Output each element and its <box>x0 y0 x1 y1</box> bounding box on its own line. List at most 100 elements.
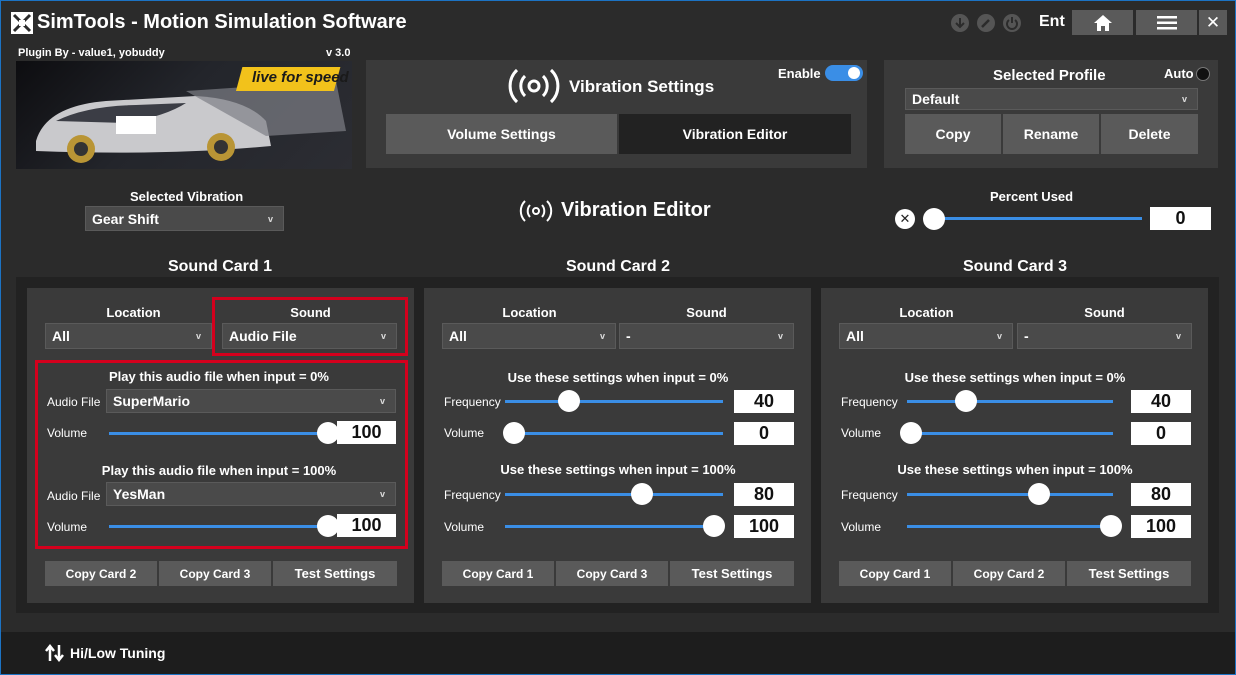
card3-section0-title: Use these settings when input = 0% <box>904 370 1126 385</box>
percent-used-slider-knob[interactable] <box>923 208 945 230</box>
card1-volume100-slider-knob[interactable] <box>317 515 339 537</box>
chevron-down-icon: v <box>380 331 386 341</box>
card3-volume0-value[interactable]: 0 <box>1131 422 1191 445</box>
card1-audio-file100-value: YesMan <box>113 486 166 502</box>
card3-frequency0-slider-knob[interactable] <box>955 390 977 412</box>
card2-frequency100-slider-knob[interactable] <box>631 483 653 505</box>
card3-sound-value: - <box>1024 328 1029 344</box>
card1-audio-file0-value: SuperMario <box>113 393 191 409</box>
card2-volume0-slider-knob[interactable] <box>503 422 525 444</box>
card3-section100-title: Use these settings when input = 100% <box>897 462 1133 477</box>
card3-volume100-slider-knob[interactable] <box>1100 515 1122 537</box>
card1-audio-file100-dropdown[interactable]: YesMan v <box>106 482 396 506</box>
percent-used-value[interactable]: 0 <box>1150 207 1211 230</box>
up-down-arrows-icon <box>45 643 64 663</box>
card2-frequency100-label: Frequency <box>444 488 501 502</box>
card3-frequency100-value[interactable]: 80 <box>1131 483 1191 506</box>
card3-volume100-label: Volume <box>841 520 882 534</box>
hi-low-tuning-button[interactable] <box>44 643 66 663</box>
card2-frequency0-label: Frequency <box>444 395 501 409</box>
card2-volume100-slider[interactable] <box>505 525 723 528</box>
card2-location-dropdown[interactable]: All v <box>442 323 616 349</box>
sound-card-3-title: Sound Card 3 <box>962 258 1067 275</box>
card3-volume0-label: Volume <box>841 426 882 440</box>
card3-volume0-slider-knob[interactable] <box>900 422 922 444</box>
power-icon[interactable] <box>1003 14 1021 32</box>
edit-icon[interactable] <box>977 14 995 32</box>
tab-vibration-editor[interactable]: Vibration Editor <box>619 114 851 154</box>
card1-section100-title: Play this audio file when input = 100% <box>101 463 337 478</box>
vibration-settings-title: Vibration Settings <box>569 77 715 96</box>
chevron-down-icon: v <box>267 213 273 224</box>
card3-sound-dropdown[interactable]: - v <box>1017 323 1192 349</box>
card2-sound-dropdown[interactable]: - v <box>619 323 794 349</box>
card2-frequency100-slider[interactable] <box>505 493 723 496</box>
card3-volume100-value[interactable]: 100 <box>1131 515 1191 538</box>
card2-frequency100-value[interactable]: 80 <box>734 483 794 506</box>
card3-frequency0-slider[interactable] <box>907 400 1113 403</box>
card1-section0-title: Play this audio file when input = 0% <box>109 369 329 384</box>
card2-sound-value: - <box>626 328 631 344</box>
card2-volume100-label: Volume <box>444 520 485 534</box>
auto-checkbox[interactable] <box>1196 67 1210 81</box>
card2-volume0-value[interactable]: 0 <box>734 422 794 445</box>
card1-audio-file0-dropdown[interactable]: SuperMario v <box>106 389 396 413</box>
card1-volume0-value[interactable]: 100 <box>337 421 396 444</box>
menu-button[interactable] <box>1136 10 1197 35</box>
home-button[interactable] <box>1072 10 1133 35</box>
card1-volume100-slider[interactable] <box>109 525 327 528</box>
card3-copy-card2-button[interactable]: Copy Card 2 <box>953 561 1065 586</box>
enable-label: Enable <box>778 66 821 81</box>
card1-copy-card2-button[interactable]: Copy Card 2 <box>45 561 157 586</box>
card3-frequency100-slider-knob[interactable] <box>1028 483 1050 505</box>
close-button[interactable]: ✕ <box>1199 10 1227 35</box>
card1-test-settings-button[interactable]: Test Settings <box>273 561 397 586</box>
home-icon <box>1093 14 1112 31</box>
card2-volume100-value[interactable]: 100 <box>734 515 794 538</box>
card2-copy-card1-button[interactable]: Copy Card 1 <box>442 561 554 586</box>
vibration-editor-icon <box>519 200 553 222</box>
card1-copy-card3-button[interactable]: Copy Card 3 <box>159 561 271 586</box>
card3-copy-card1-button[interactable]: Copy Card 1 <box>839 561 951 586</box>
chevron-down-icon: v <box>195 331 201 341</box>
card2-frequency0-slider-knob[interactable] <box>558 390 580 412</box>
copy-profile-button[interactable]: Copy <box>905 114 1001 154</box>
percent-used-slider[interactable] <box>934 217 1142 220</box>
card3-volume0-slider[interactable] <box>907 432 1113 435</box>
hi-low-tuning-label[interactable]: Hi/Low Tuning <box>70 645 165 661</box>
card2-volume0-slider[interactable] <box>505 432 723 435</box>
chevron-down-icon: v <box>379 396 385 406</box>
card1-location-value: All <box>52 328 70 344</box>
card1-volume0-slider[interactable] <box>109 432 327 435</box>
card2-frequency0-value[interactable]: 40 <box>734 390 794 413</box>
card3-frequency0-value[interactable]: 40 <box>1131 390 1191 413</box>
card1-volume100-value[interactable]: 100 <box>337 514 396 537</box>
download-icon[interactable] <box>951 14 969 32</box>
card1-sound-value: Audio File <box>229 328 297 344</box>
card2-frequency0-slider[interactable] <box>505 400 723 403</box>
delete-profile-button[interactable]: Delete <box>1101 114 1198 154</box>
card3-test-settings-button[interactable]: Test Settings <box>1067 561 1191 586</box>
enable-toggle[interactable] <box>825 65 863 81</box>
profile-dropdown[interactable]: Default v <box>905 88 1198 110</box>
card1-sound-label: Sound <box>290 305 331 320</box>
card3-location-dropdown[interactable]: All v <box>839 323 1013 349</box>
rename-profile-button[interactable]: Rename <box>1003 114 1099 154</box>
card1-location-dropdown[interactable]: All v <box>45 323 212 349</box>
tab-volume-settings[interactable]: Volume Settings <box>386 114 617 154</box>
selected-vibration-dropdown[interactable]: Gear Shift v <box>85 206 284 231</box>
card3-volume100-slider[interactable] <box>907 525 1113 528</box>
card2-copy-card3-button[interactable]: Copy Card 3 <box>556 561 668 586</box>
card2-volume100-slider-knob[interactable] <box>703 515 725 537</box>
card1-volume0-slider-knob[interactable] <box>317 422 339 444</box>
chevron-down-icon: v <box>1175 331 1181 341</box>
card1-sound-dropdown[interactable]: Audio File v <box>222 323 397 349</box>
card2-test-settings-button[interactable]: Test Settings <box>670 561 794 586</box>
clear-icon[interactable]: ✕ <box>895 209 915 229</box>
menu-icon <box>1156 15 1177 29</box>
sound-card-2-title: Sound Card 2 <box>565 258 670 275</box>
sound-card-1-title: Sound Card 1 <box>167 258 272 275</box>
plugin-author: Plugin By - value1, yobuddy <box>18 47 165 59</box>
card3-frequency100-slider[interactable] <box>907 493 1113 496</box>
chevron-down-icon: v <box>379 489 385 499</box>
